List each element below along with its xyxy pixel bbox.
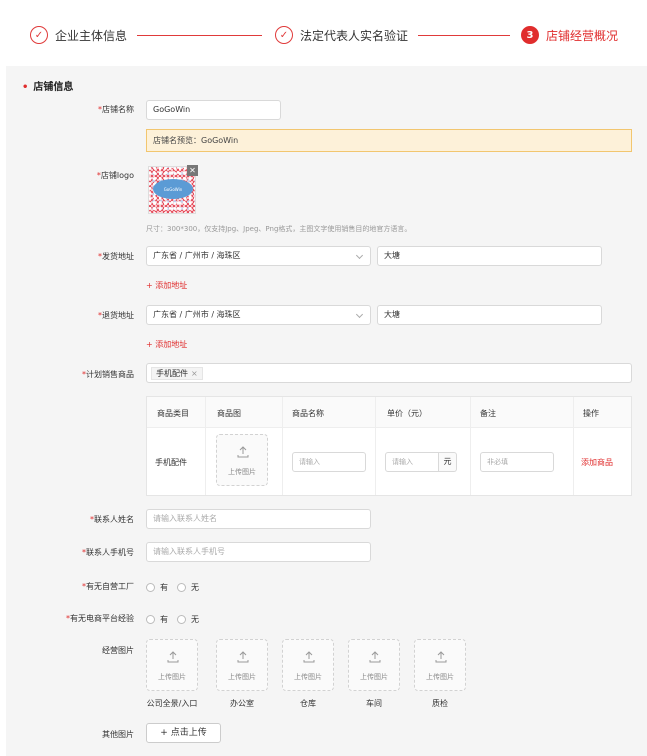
step-2: ✓ 法定代表人实名验证 bbox=[275, 26, 408, 44]
section-title: • 店铺信息 bbox=[22, 82, 74, 93]
step-2-label: 法定代表人实名验证 bbox=[300, 28, 409, 43]
ship-address-label: *发货地址 bbox=[98, 252, 134, 261]
contact-name-label: *联系人姓名 bbox=[90, 515, 134, 524]
col-header-action: 操作 bbox=[583, 409, 599, 418]
step-3: 3 店铺经营概况 bbox=[521, 26, 618, 44]
upload-icon bbox=[435, 651, 447, 663]
row-category: 手机配件 bbox=[155, 458, 187, 467]
col-header-note: 备注 bbox=[480, 409, 496, 418]
own-factory-yes-radio[interactable]: 有 bbox=[146, 582, 168, 593]
ship-region-select[interactable]: 广东省 / 广州市 / 海珠区 bbox=[146, 246, 371, 266]
planned-goods-select[interactable]: 手机配件 × bbox=[146, 363, 632, 383]
shop-name-label: *店铺名称 bbox=[98, 105, 134, 114]
upload-label: 上传图片 bbox=[426, 673, 454, 681]
check-icon: ✓ bbox=[30, 26, 48, 44]
radio-circle-icon bbox=[177, 583, 186, 592]
business-image-caption: 质检 bbox=[432, 699, 448, 708]
col-divider bbox=[375, 397, 376, 495]
upload-icon bbox=[303, 651, 315, 663]
return-region-select[interactable]: 广东省 / 广州市 / 海珠区 bbox=[146, 305, 371, 325]
close-icon[interactable]: ✕ bbox=[187, 165, 198, 176]
step-3-label: 店铺经营概况 bbox=[546, 28, 619, 43]
step-connector bbox=[418, 35, 510, 36]
upload-label: 上传图片 bbox=[228, 673, 256, 681]
goods-note-input[interactable]: 非必填 bbox=[480, 452, 554, 472]
contact-name-input[interactable]: 请输入联系人姓名 bbox=[146, 509, 371, 529]
shop-name-input[interactable]: GoGoWin bbox=[146, 100, 281, 120]
close-icon[interactable]: × bbox=[191, 368, 198, 379]
business-image-caption: 仓库 bbox=[300, 699, 316, 708]
add-return-address-link[interactable]: + 添加地址 bbox=[146, 339, 187, 350]
add-ship-address-link[interactable]: + 添加地址 bbox=[146, 280, 187, 291]
col-header-price: 单价（元） bbox=[387, 409, 427, 418]
business-image-upload[interactable]: 上传图片 bbox=[216, 639, 268, 691]
radio-circle-icon bbox=[146, 615, 155, 624]
step-1: ✓ 企业主体信息 bbox=[30, 26, 127, 44]
goods-price-input[interactable]: 请输入 bbox=[385, 452, 439, 472]
col-divider bbox=[573, 397, 574, 495]
upload-icon bbox=[237, 651, 249, 663]
business-image-caption: 公司全景/入口 bbox=[146, 699, 198, 708]
price-unit: 元 bbox=[439, 452, 457, 472]
ecom-experience-yes-radio[interactable]: 有 bbox=[146, 614, 168, 625]
business-image-upload[interactable]: 上传图片 bbox=[282, 639, 334, 691]
col-header-category: 商品类目 bbox=[157, 409, 189, 418]
other-images-label: 其他图片 bbox=[102, 730, 134, 739]
goods-name-input[interactable]: 请输入 bbox=[292, 452, 366, 472]
upload-label: 上传图片 bbox=[360, 673, 388, 681]
contact-phone-label: *联系人手机号 bbox=[82, 548, 134, 557]
shop-name-preview: 店铺名预览：GoGoWin bbox=[146, 129, 632, 152]
shop-logo-mark: GoGoWin bbox=[153, 179, 193, 199]
upload-icon bbox=[237, 446, 249, 458]
chevron-down-icon bbox=[355, 251, 364, 260]
radio-circle-icon bbox=[146, 583, 155, 592]
radio-circle-icon bbox=[177, 615, 186, 624]
business-images-label: 经营图片 bbox=[102, 646, 134, 655]
click-upload-button[interactable]: + 点击上传 bbox=[146, 723, 221, 743]
business-image-caption: 办公室 bbox=[230, 699, 254, 708]
col-divider bbox=[470, 397, 471, 495]
add-goods-link[interactable]: 添加商品 bbox=[581, 457, 613, 468]
upload-label: 上传图片 bbox=[228, 468, 256, 476]
upload-label: 上传图片 bbox=[158, 673, 186, 681]
planned-goods-label: *计划销售商品 bbox=[82, 370, 134, 379]
col-header-image: 商品图 bbox=[217, 409, 241, 418]
own-factory-label: *有无自营工厂 bbox=[82, 582, 134, 591]
ecom-experience-label: *有无电商平台经验 bbox=[66, 614, 134, 623]
contact-phone-input[interactable]: 请输入联系人手机号 bbox=[146, 542, 371, 562]
chevron-down-icon bbox=[355, 310, 364, 319]
upload-label: 上传图片 bbox=[294, 673, 322, 681]
shop-logo-label: *店铺logo bbox=[96, 171, 134, 180]
return-address-label: *退货地址 bbox=[98, 311, 134, 320]
col-divider bbox=[205, 397, 206, 495]
return-address-detail-input[interactable]: 大塘 bbox=[377, 305, 602, 325]
col-divider bbox=[282, 397, 283, 495]
col-header-name: 商品名称 bbox=[292, 409, 324, 418]
goods-table: 商品类目 商品图 商品名称 单价（元） 备注 操作 手机配件 上传图片 请输入 … bbox=[146, 396, 632, 496]
business-image-upload[interactable]: 上传图片 bbox=[146, 639, 198, 691]
step-connector bbox=[137, 35, 262, 36]
own-factory-no-radio[interactable]: 无 bbox=[177, 582, 199, 593]
business-image-upload[interactable]: 上传图片 bbox=[414, 639, 466, 691]
progress-stepper: ✓ 企业主体信息 ✓ 法定代表人实名验证 3 店铺经营概况 bbox=[0, 0, 647, 66]
business-image-caption: 车间 bbox=[366, 699, 382, 708]
check-icon: ✓ bbox=[275, 26, 293, 44]
goods-image-upload[interactable]: 上传图片 bbox=[216, 434, 268, 486]
ship-address-detail-input[interactable]: 大塘 bbox=[377, 246, 602, 266]
business-image-upload[interactable]: 上传图片 bbox=[348, 639, 400, 691]
step-number: 3 bbox=[521, 26, 539, 44]
upload-icon bbox=[167, 651, 179, 663]
logo-hint: 尺寸：300*300，仅支持Jpg、Jpeg、Png格式，主图文字使用销售目的地… bbox=[146, 225, 412, 233]
step-1-label: 企业主体信息 bbox=[55, 28, 128, 43]
goods-tag: 手机配件 × bbox=[151, 367, 203, 380]
ecom-experience-no-radio[interactable]: 无 bbox=[177, 614, 199, 625]
upload-icon bbox=[369, 651, 381, 663]
